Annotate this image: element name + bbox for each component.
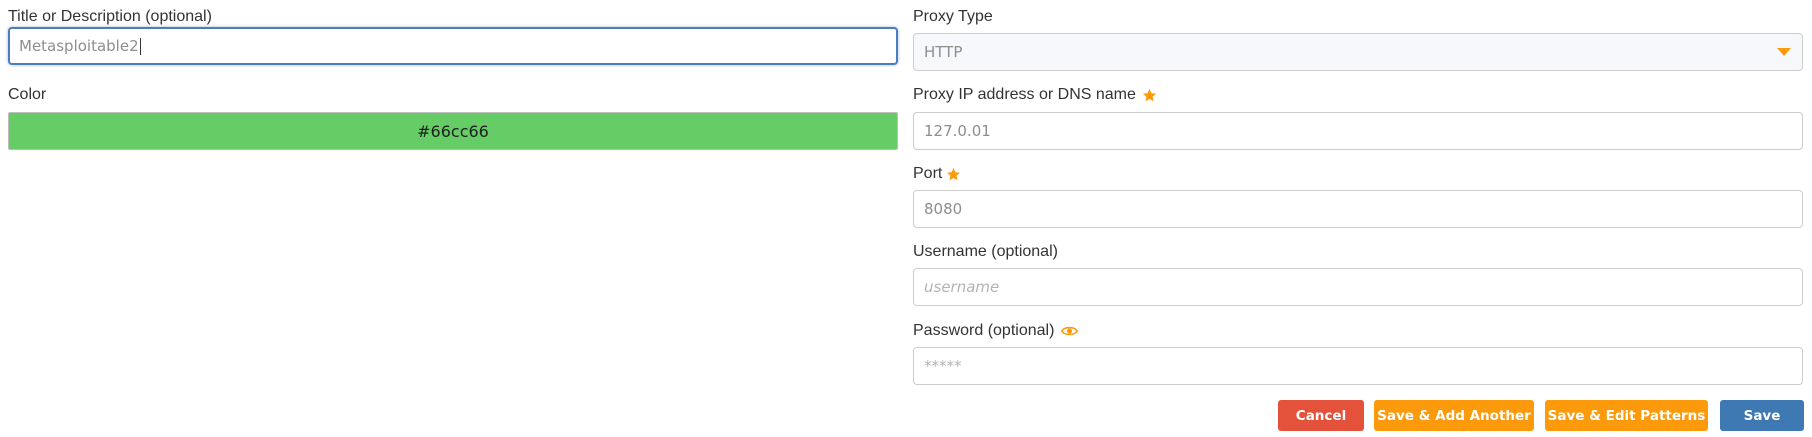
proxy-address-value: 127.0.01 [924,122,991,140]
star-icon [1142,88,1157,103]
username-label: Username (optional) [913,243,1058,260]
proxy-address-label: Proxy IP address or DNS name [913,86,1157,104]
proxy-address-input[interactable]: 127.0.01 [913,112,1803,150]
proxy-edit-form: Title or Description (optional) Metasplo… [0,0,1812,437]
port-label: Port [913,165,961,183]
password-label: Password (optional) [913,322,1079,340]
title-label: Title or Description (optional) [8,8,212,25]
color-label: Color [8,86,47,103]
save-edit-patterns-button[interactable]: Save & Edit Patterns [1545,400,1708,431]
proxy-type-selected: HTTP [924,43,963,61]
password-placeholder: ***** [924,357,962,375]
caret-down-icon [1776,47,1792,57]
title-input[interactable]: Metasploitable2 [8,27,898,65]
cancel-button[interactable]: Cancel [1278,400,1364,431]
star-icon [946,167,961,182]
proxy-type-label: Proxy Type [913,8,993,25]
username-placeholder: username [924,278,1000,296]
color-value: #66cc66 [417,121,489,141]
color-picker-field[interactable]: #66cc66 [8,112,898,150]
save-button[interactable]: Save [1720,400,1804,431]
eye-icon[interactable] [1061,325,1079,337]
port-label-text: Port [913,165,943,182]
username-input[interactable]: username [913,268,1803,306]
password-label-text: Password (optional) [913,322,1055,339]
proxy-address-label-text: Proxy IP address or DNS name [913,86,1136,103]
proxy-type-select[interactable]: HTTP [913,33,1803,71]
port-value: 8080 [924,200,963,218]
port-input[interactable]: 8080 [913,190,1803,228]
password-input[interactable]: ***** [913,347,1803,385]
save-add-another-button[interactable]: Save & Add Another [1374,400,1534,431]
text-caret [139,37,141,55]
title-input-value: Metasploitable2 [19,37,139,55]
